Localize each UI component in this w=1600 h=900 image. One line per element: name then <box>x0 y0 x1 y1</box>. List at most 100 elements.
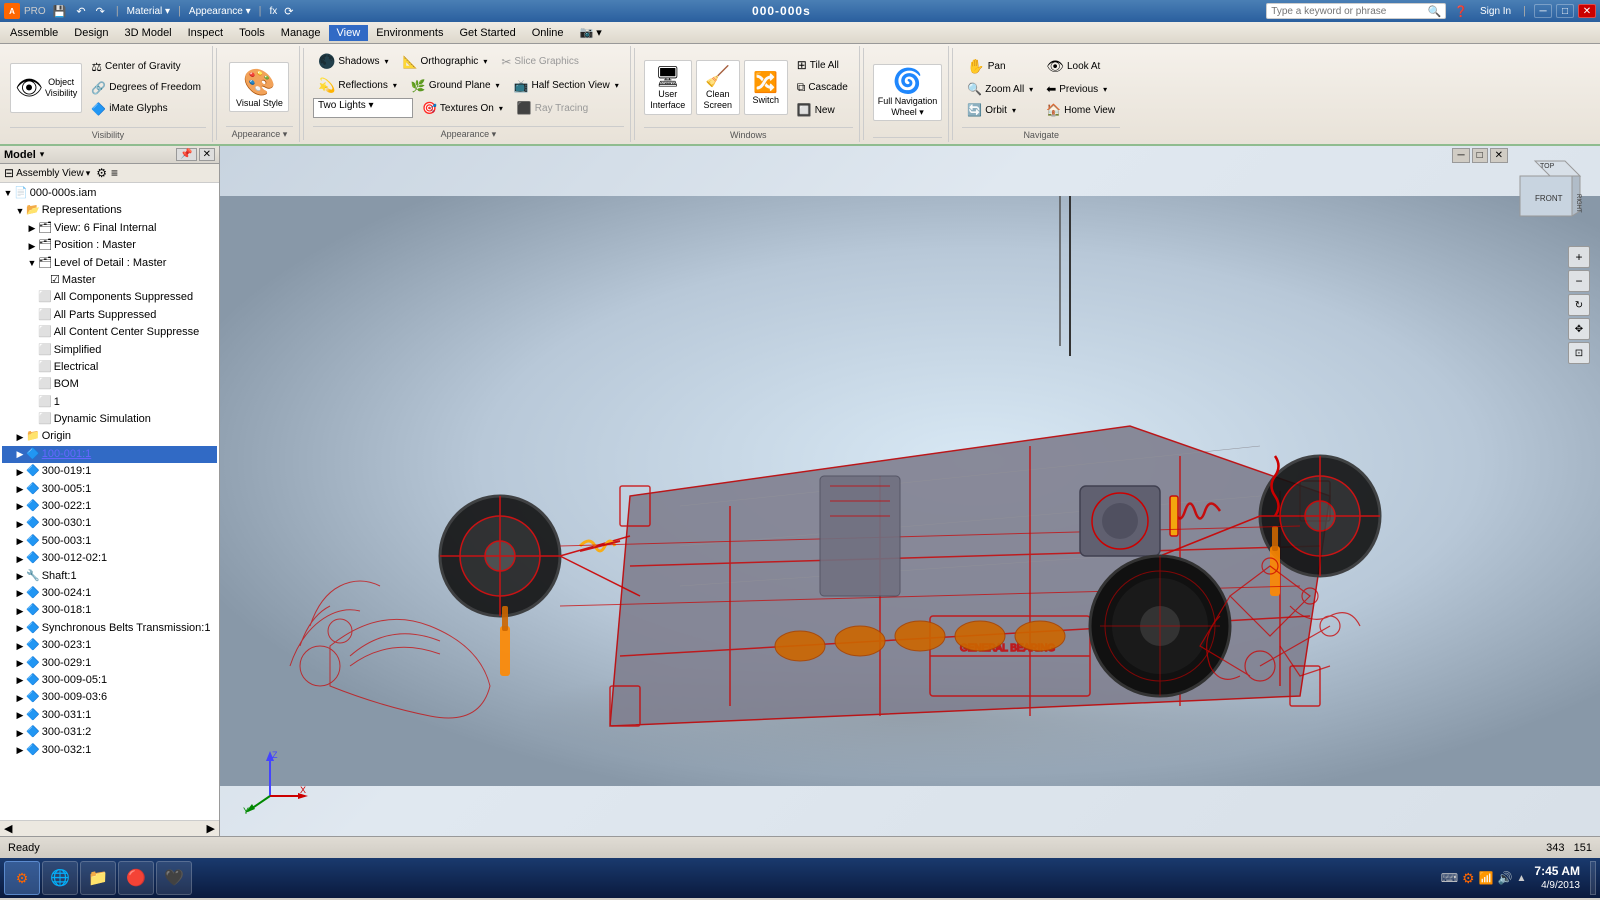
save-icon[interactable]: 💾 <box>50 5 70 18</box>
tree-300-022[interactable]: ▶ 🔷 300-022:1 <box>2 498 217 515</box>
menu-tools[interactable]: Tools <box>231 25 273 41</box>
sidebar-dropdown-icon[interactable]: ▾ <box>40 149 45 160</box>
tree-electrical[interactable]: ⬜ Electrical <box>2 359 217 376</box>
help-icon[interactable]: ❓ <box>1454 5 1468 18</box>
tree-area[interactable]: ▼ 📄 000-000s.iam ▼ 📂 Representations ▶ 🗂… <box>0 183 219 820</box>
tree-shaft[interactable]: ▶ 🔧 Shaft:1 <box>2 568 217 585</box>
tree-all-content[interactable]: ⬜ All Content Center Suppresse <box>2 324 217 341</box>
nav-rotate[interactable]: ↻ <box>1568 294 1590 316</box>
degrees-freedom-button[interactable]: 🔗 Degrees of Freedom <box>86 78 206 98</box>
redo-icon[interactable]: ↷ <box>93 5 108 18</box>
volume-icon[interactable]: 🔊 <box>1498 871 1513 885</box>
reflections-button[interactable]: 💫 Reflections▾ <box>313 74 402 97</box>
menu-assemble[interactable]: Assemble <box>2 25 66 41</box>
viewport-close[interactable]: ✕ <box>1490 148 1508 163</box>
tree-300-024[interactable]: ▶ 🔷 300-024:1 <box>2 585 217 602</box>
switch-button[interactable]: 🔀 Switch <box>744 60 788 115</box>
tree-300-019[interactable]: ▶ 🔷 300-019:1 <box>2 463 217 480</box>
tree-master[interactable]: ☑ Master <box>2 272 217 289</box>
restore-button[interactable]: □ <box>1556 4 1574 18</box>
textures-button[interactable]: 🎯 Textures On▾ <box>417 98 508 118</box>
ray-tracing-button[interactable]: ⬛ Ray Tracing <box>512 98 593 118</box>
tree-300-030[interactable]: ▶ 🔷 300-030:1 <box>2 515 217 532</box>
tree-300-023[interactable]: ▶ 🔷 300-023:1 <box>2 637 217 654</box>
taskbar-autodesk[interactable]: ⚙ <box>4 861 40 895</box>
undo-icon[interactable]: ↶ <box>73 5 88 18</box>
tree-100-001[interactable]: ▶ 🔷 100-001:1 <box>2 446 217 463</box>
autodesk-tray-icon[interactable]: ⚙ <box>1462 870 1475 887</box>
viewcube[interactable]: TOP FRONT RIGHT <box>1510 156 1590 236</box>
view-settings-icon[interactable]: ⚙ <box>96 166 107 180</box>
orthographic-button[interactable]: 📐 Orthographic▾ <box>398 50 493 73</box>
previous-button[interactable]: ⬅Previous▾ <box>1041 79 1120 99</box>
tree-sync-belts[interactable]: ▶ 🔷 Synchronous Belts Transmission:1 <box>2 620 217 637</box>
zoom-all-button[interactable]: 🔍Zoom All▾ <box>962 79 1038 99</box>
lights-dropdown[interactable]: Two Lights ▾ <box>313 98 413 118</box>
tree-300-032[interactable]: ▶ 🔷 300-032:1 <box>2 742 217 759</box>
imate-glyphs-button[interactable]: 🔷 iMate Glyphs <box>86 99 206 119</box>
viewport-minimize[interactable]: ─ <box>1452 148 1469 163</box>
object-visibility-button[interactable]: 👁 ObjectVisibility <box>10 63 82 113</box>
ground-plane-button[interactable]: 🌿 Ground Plane▾ <box>406 74 505 97</box>
fx-icon[interactable]: fx <box>270 6 278 17</box>
menu-inspect[interactable]: Inspect <box>180 25 231 41</box>
tree-root[interactable]: ▼ 📄 000-000s.iam <box>2 185 217 202</box>
home-view-button[interactable]: 🏠Home View <box>1041 100 1120 120</box>
view-dropdown-icon[interactable]: ▾ <box>86 168 91 179</box>
user-interface-button[interactable]: 🖥 UserInterface <box>644 60 692 115</box>
tree-300-029[interactable]: ▶ 🔷 300-029:1 <box>2 655 217 672</box>
appearance-dropdown[interactable]: Appearance ▾ <box>189 6 251 17</box>
menu-manage[interactable]: Manage <box>273 25 329 41</box>
shadows-button[interactable]: 🌑 Shadows▾ <box>313 50 394 73</box>
tree-dynamic-sim[interactable]: ⬜ Dynamic Simulation <box>2 411 217 428</box>
pan-button[interactable]: ✋Pan <box>962 55 1038 78</box>
tree-300-018[interactable]: ▶ 🔷 300-018:1 <box>2 602 217 619</box>
update-icon[interactable]: ⟳ <box>281 5 296 18</box>
menu-online[interactable]: Online <box>524 25 572 41</box>
taskbar-ie[interactable]: 🌐 <box>42 861 78 895</box>
show-desktop-button[interactable] <box>1590 861 1596 895</box>
menu-view[interactable]: View <box>329 25 369 41</box>
sidebar-pin-button[interactable]: 📌 <box>176 148 196 161</box>
taskbar-explorer[interactable]: 📁 <box>80 861 116 895</box>
menu-environments[interactable]: Environments <box>368 25 451 41</box>
half-section-button[interactable]: 📺 Half Section View▾ <box>509 74 624 97</box>
cascade-button[interactable]: ⧉Cascade <box>792 77 853 98</box>
taskbar-chrome[interactable]: 🔴 <box>118 861 154 895</box>
full-nav-wheel-button[interactable]: 🌀 Full NavigationWheel ▾ <box>873 64 943 121</box>
viewport[interactable]: GENERAL BEARING <box>220 146 1600 836</box>
tree-all-parts[interactable]: ⬜ All Parts Suppressed <box>2 307 217 324</box>
system-clock[interactable]: 7:45 AM 4/9/2013 <box>1534 864 1580 893</box>
tree-simplified[interactable]: ⬜ Simplified <box>2 342 217 359</box>
menu-camera[interactable]: 📷 ▾ <box>572 24 610 41</box>
tile-all-button[interactable]: ⊞Tile All <box>792 55 853 75</box>
nav-zoom-in[interactable]: + <box>1568 246 1590 268</box>
tray-expand[interactable]: ▲ <box>1517 873 1527 884</box>
tree-300-031-1[interactable]: ▶ 🔷 300-031:1 <box>2 707 217 724</box>
viewport-restore[interactable]: □ <box>1472 148 1488 163</box>
filter-icon[interactable]: ⊟ <box>4 166 14 180</box>
nav-zoom-fit[interactable]: ⊡ <box>1568 342 1590 364</box>
tree-300-009-03[interactable]: ▶ 🔷 300-009-03:6 <box>2 689 217 706</box>
tree-representations[interactable]: ▼ 📂 Representations <box>2 202 217 219</box>
minimize-button[interactable]: ─ <box>1534 4 1552 18</box>
tree-position-master[interactable]: ▶ 🗂 Position : Master <box>2 237 217 254</box>
search-box[interactable]: 🔍 <box>1266 3 1446 19</box>
keyboard-icon[interactable]: ⌨ <box>1441 871 1458 885</box>
visual-style-button[interactable]: 🎨 Visual Style <box>229 62 289 112</box>
center-gravity-button[interactable]: ⚖ Center of Gravity <box>86 57 206 77</box>
look-at-button[interactable]: 👁Look At <box>1041 55 1120 78</box>
tree-300-012[interactable]: ▶ 🔷 300-012-02:1 <box>2 550 217 567</box>
new-window-button[interactable]: 🔲New <box>792 100 853 120</box>
tree-origin[interactable]: ▶ 📁 Origin <box>2 428 217 445</box>
view-list-icon[interactable]: ≡ <box>111 166 118 180</box>
menu-design[interactable]: Design <box>66 25 116 41</box>
sidebar-scroll-left[interactable]: ◀ <box>4 822 12 835</box>
tree-300-031-2[interactable]: ▶ 🔷 300-031:2 <box>2 724 217 741</box>
tree-lod-master[interactable]: ▼ 🗂 Level of Detail : Master <box>2 255 217 272</box>
tree-all-comp[interactable]: ⬜ All Components Suppressed <box>2 289 217 306</box>
search-input[interactable] <box>1271 6 1427 17</box>
sign-in-button[interactable]: Sign In <box>1476 5 1515 18</box>
slice-graphics-button[interactable]: ✂ Slice Graphics <box>496 50 584 73</box>
menu-3dmodel[interactable]: 3D Model <box>117 25 180 41</box>
